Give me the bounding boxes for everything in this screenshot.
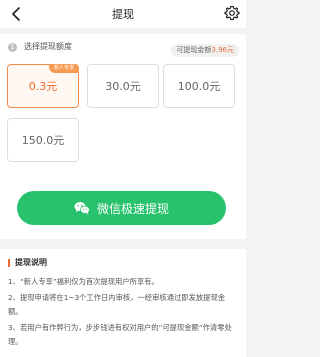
balance-value: 3.96元 (211, 46, 234, 54)
balance-pill: 可提现金额3.96元 (171, 44, 239, 57)
amount-option-label: 0.3元 (28, 80, 58, 93)
wechat-withdraw-label: 微信极速提现 (96, 201, 169, 216)
gear-icon (224, 5, 240, 21)
notes-title: 提现说明 (15, 258, 47, 267)
page-title: 提现 (112, 8, 134, 21)
wechat-icon (74, 202, 90, 215)
accent-bar (8, 258, 10, 267)
amount-option-100[interactable]: 100.0元 (163, 64, 235, 108)
rule-item: 3、若用户有作弊行为，步步钱进有权对用户的“可提现金额”作清零处理。 (8, 323, 232, 346)
rule-item: 2、提现申请将在1~3个工作日内审核，一经审核通过即发放提现金额。 (8, 293, 226, 316)
notes-heading: 提现说明 (8, 257, 47, 268)
withdraw-notes: 提现说明 1、“新人专享”福利仅为首次提现用户所享有。 2、提现申请将在1~3个… (0, 249, 246, 357)
amount-option-label: 100.0元 (177, 80, 221, 93)
top-bar: 提现 (0, 0, 246, 28)
amount-option-30[interactable]: 30.0元 (87, 64, 159, 108)
amount-option-label: 150.0元 (21, 134, 65, 147)
wechat-withdraw-button[interactable]: 微信极速提现 (17, 191, 226, 225)
settings-button[interactable] (224, 5, 240, 21)
select-amount-label: 选择提现额度 (24, 42, 72, 51)
amount-option-150[interactable]: 150.0元 (7, 118, 79, 162)
rule-item: 1、“新人专享”福利仅为首次提现用户所享有。 (8, 277, 159, 286)
new-user-badge: 新人专享 (48, 64, 79, 73)
balance-label: 可提现金额 (176, 46, 212, 54)
amount-option-0-3[interactable]: 0.3元 新人专享 (7, 64, 79, 108)
step-number: 1 (8, 43, 17, 52)
amount-option-label: 30.0元 (105, 80, 141, 93)
